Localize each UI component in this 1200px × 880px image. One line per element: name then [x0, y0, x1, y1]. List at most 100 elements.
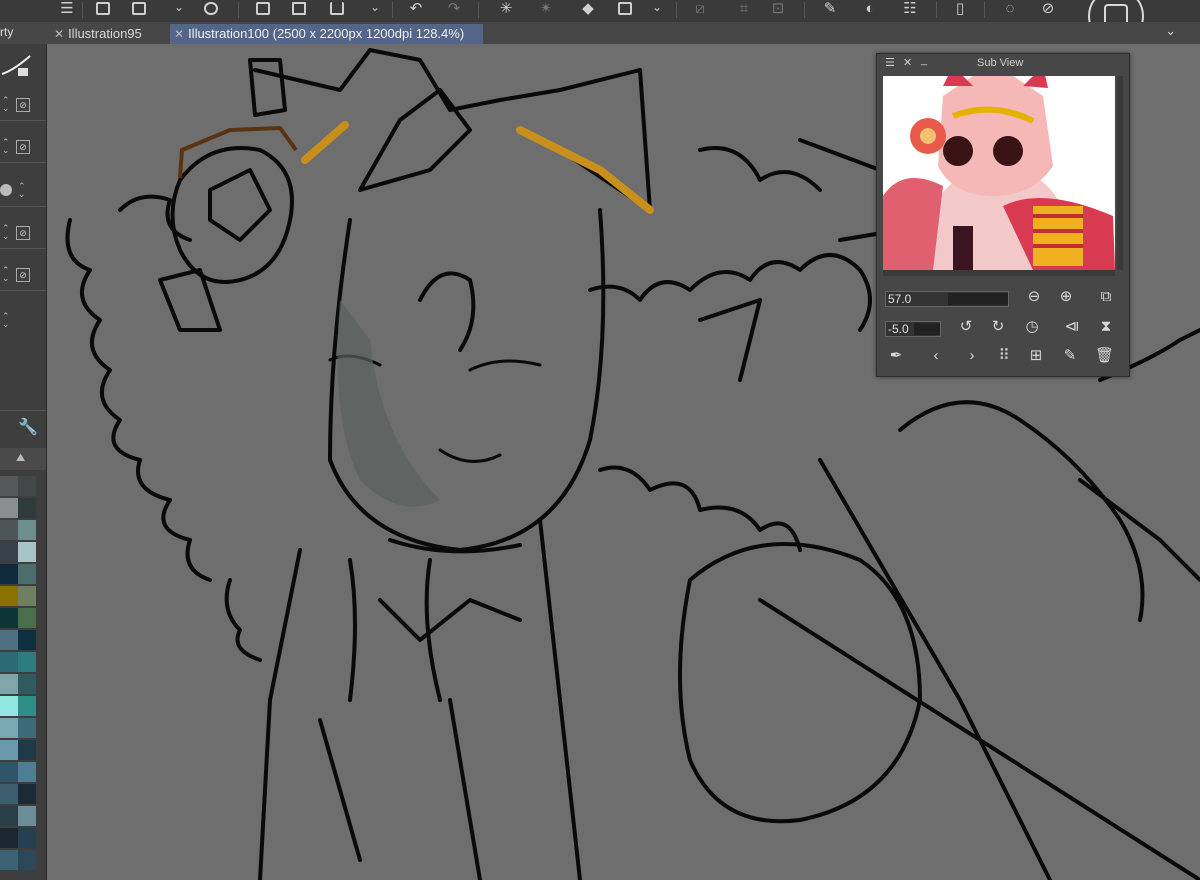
wrench-icon[interactable]: 🔧: [18, 417, 38, 437]
chevron-left-icon[interactable]: ‹: [927, 347, 945, 365]
minimize-icon[interactable]: _: [921, 51, 927, 69]
add-layer-icon[interactable]: [256, 2, 270, 15]
close-icon[interactable]: ✕: [903, 54, 912, 72]
color-swatch[interactable]: [0, 520, 18, 540]
color-swatch[interactable]: [0, 718, 18, 738]
crop-icon[interactable]: ⌗: [732, 0, 756, 18]
color-swatch[interactable]: [18, 762, 36, 782]
grid-icon[interactable]: ⠿: [995, 347, 1013, 365]
eyedropper-icon[interactable]: ✒: [887, 347, 905, 365]
flip-icon[interactable]: ◐: [858, 0, 882, 18]
transform-icon[interactable]: ✴: [534, 0, 558, 18]
tab-illustration100[interactable]: ✕ Illustration100 (2500 x 2200px 1200dpi …: [170, 24, 483, 44]
color-swatch[interactable]: [18, 718, 36, 738]
color-swatch[interactable]: [0, 542, 18, 562]
horizontal-scrollbar[interactable]: [883, 270, 1115, 276]
tab-illustration95[interactable]: ✕ Illustration95: [50, 24, 168, 44]
menu-icon[interactable]: ☰: [55, 0, 79, 18]
color-swatch[interactable]: [0, 806, 18, 826]
chevron-down-icon[interactable]: ⌄: [174, 0, 184, 14]
reference-icon[interactable]: ⊘: [1036, 0, 1060, 18]
rotation-slider[interactable]: -5.0: [885, 321, 941, 337]
color-swatch[interactable]: [0, 740, 18, 760]
trash-icon[interactable]: 🗑: [1095, 347, 1114, 365]
color-swatch[interactable]: [0, 762, 18, 782]
new-canvas-icon[interactable]: [96, 2, 110, 15]
zoom-in-icon[interactable]: ⊕: [1057, 288, 1075, 306]
zoom-out-icon[interactable]: ⊖: [1025, 288, 1043, 306]
spinner-icon[interactable]: ⌃ ⌄: [18, 182, 26, 199]
close-icon[interactable]: ✕: [174, 27, 184, 41]
spinner-icon[interactable]: ✳: [494, 0, 518, 18]
spinner-icon[interactable]: ⌃ ⌄: [2, 224, 10, 241]
color-swatch[interactable]: [18, 784, 36, 804]
color-swatch[interactable]: [0, 850, 18, 870]
mountain-icon[interactable]: ⛰: [16, 452, 25, 465]
device-icon[interactable]: ▯: [948, 0, 972, 18]
chevron-down-icon[interactable]: ⌄: [370, 0, 380, 14]
property-row[interactable]: ⌃ ⌄ ⊘: [0, 260, 46, 291]
color-swatch[interactable]: [18, 740, 36, 760]
chevron-right-icon[interactable]: ›: [963, 347, 981, 365]
chevron-down-icon[interactable]: ⌄: [652, 0, 662, 14]
property-row[interactable]: ⌃ ⌄ ⊘: [0, 90, 46, 121]
color-swatch[interactable]: [0, 652, 18, 672]
speech-icon[interactable]: ◌: [998, 0, 1022, 18]
color-swatch[interactable]: [18, 476, 36, 496]
reset-rotation-icon[interactable]: ◷: [1023, 318, 1041, 336]
fit-window-icon[interactable]: ⧉: [1097, 288, 1115, 306]
color-swatch[interactable]: [18, 630, 36, 650]
color-swatch[interactable]: [0, 586, 18, 606]
pressure-icon[interactable]: ⊘: [16, 268, 30, 282]
open-folder-icon[interactable]: [292, 2, 306, 15]
reference-image[interactable]: [883, 76, 1115, 270]
vertical-scrollbar[interactable]: [1117, 76, 1123, 270]
color-swatch[interactable]: [0, 608, 18, 628]
color-swatch[interactable]: [0, 784, 18, 804]
save-icon[interactable]: [204, 2, 218, 15]
color-swatch[interactable]: [0, 498, 18, 518]
pen-icon[interactable]: ✎: [818, 0, 842, 18]
close-icon[interactable]: ✕: [54, 27, 64, 41]
property-row[interactable]: ⌃ ⌄: [0, 306, 46, 336]
rotate-right-icon[interactable]: ↻: [989, 318, 1007, 336]
color-swatch[interactable]: [18, 608, 36, 628]
color-swatch[interactable]: [18, 652, 36, 672]
color-swatch[interactable]: [0, 674, 18, 694]
color-swatch[interactable]: [0, 828, 18, 848]
color-swatch[interactable]: [0, 696, 18, 716]
layer-icon[interactable]: ☷: [898, 0, 922, 18]
property-row[interactable]: ⌃ ⌄ ⊘: [0, 132, 46, 163]
color-swatch[interactable]: [0, 476, 18, 496]
edit-image-icon[interactable]: ✎: [1061, 347, 1079, 365]
color-swatch[interactable]: [18, 696, 36, 716]
color-swatch[interactable]: [0, 630, 18, 650]
flip-vertical-icon[interactable]: ⧗: [1097, 318, 1115, 336]
fill-icon[interactable]: ◆: [576, 0, 600, 18]
spinner-icon[interactable]: ⌃ ⌄: [2, 266, 10, 283]
property-row[interactable]: ⌃ ⌄: [0, 176, 46, 207]
chevron-down-icon[interactable]: ⌄: [1165, 23, 1176, 39]
spinner-icon[interactable]: ⌃ ⌄: [2, 138, 10, 155]
redo-icon[interactable]: ↷: [442, 0, 466, 18]
color-swatch[interactable]: [18, 828, 36, 848]
edit-canvas-icon[interactable]: [132, 2, 146, 15]
export-icon[interactable]: [330, 2, 344, 15]
undo-icon[interactable]: ↶: [404, 0, 428, 18]
ruler-icon[interactable]: ⊡: [766, 0, 790, 18]
spinner-icon[interactable]: ⌃ ⌄: [2, 312, 10, 329]
selection-icon[interactable]: [618, 2, 632, 15]
color-swatch[interactable]: [18, 498, 36, 518]
deselect-icon[interactable]: ⧄: [688, 0, 712, 18]
color-swatch[interactable]: [18, 542, 36, 562]
menu-icon[interactable]: ☰: [885, 54, 895, 72]
flip-horizontal-icon[interactable]: ⧏: [1063, 318, 1081, 336]
color-swatch[interactable]: [0, 564, 18, 584]
pressure-icon[interactable]: ⊘: [16, 98, 30, 112]
color-swatch[interactable]: [18, 850, 36, 870]
property-row[interactable]: ⌃ ⌄ ⊘: [0, 218, 46, 249]
rotate-left-icon[interactable]: ↺: [957, 318, 975, 336]
color-swatch[interactable]: [18, 520, 36, 540]
color-swatch[interactable]: [18, 564, 36, 584]
spinner-icon[interactable]: ⌃ ⌄: [2, 96, 10, 113]
